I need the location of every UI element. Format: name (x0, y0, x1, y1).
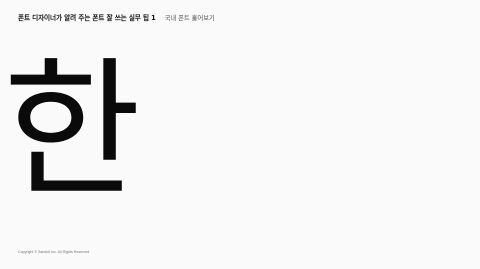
hangul-glyph-sample: 한 (3, 44, 142, 218)
header: 폰트 디자이너가 알려 주는 폰트 잘 쓰는 실무 팁 1 국내 폰트 훑어보기 (18, 12, 215, 23)
slide-title: 폰트 디자이너가 알려 주는 폰트 잘 쓰는 실무 팁 1 (18, 14, 156, 22)
copyright-notice: Copyright © Sandoll Inc. All Rights Rese… (18, 250, 90, 254)
section-label: 국내 폰트 훑어보기 (164, 13, 215, 22)
slide: 폰트 디자이너가 알려 주는 폰트 잘 쓰는 실무 팁 1 국내 폰트 훑어보기… (0, 0, 480, 269)
